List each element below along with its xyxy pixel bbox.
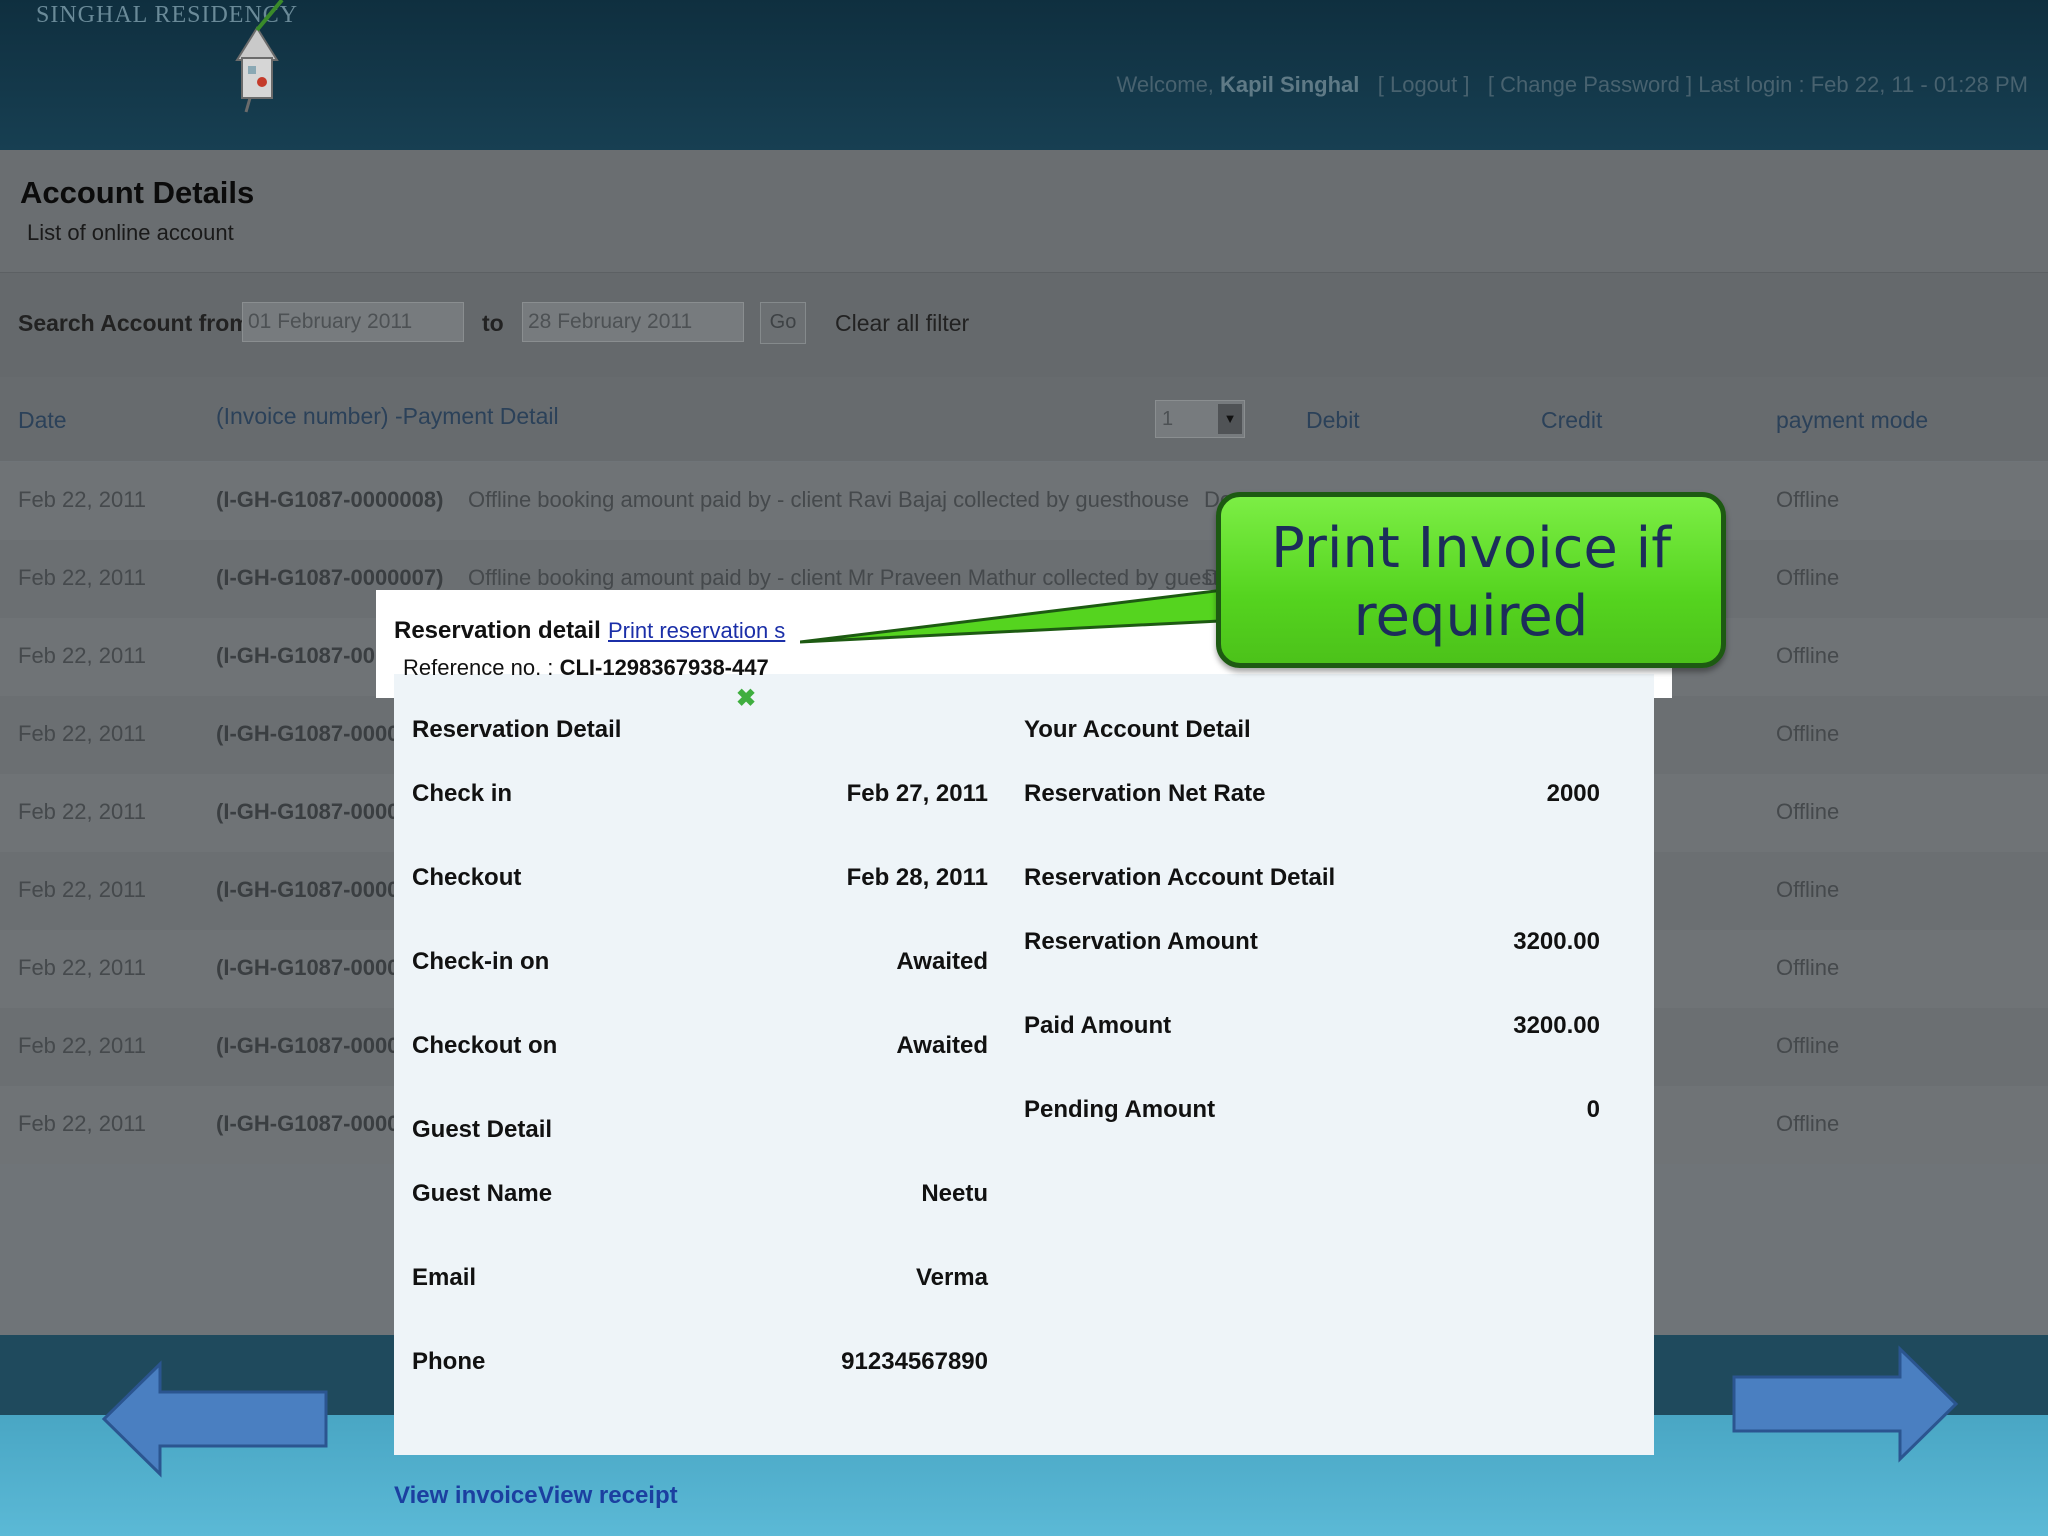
detail-label: Paid Amount	[1024, 1012, 1172, 1039]
detail-value: 3200.00	[1513, 928, 1600, 955]
row-payment-mode: Offline	[1776, 955, 1840, 980]
detail-value: Neetu	[921, 1180, 988, 1207]
callout-text: Print Invoice if required	[1216, 515, 1726, 651]
page-select[interactable]: 1 ▼	[1155, 400, 1245, 438]
date-to-input[interactable]: 28 February 2011	[522, 302, 744, 342]
go-button[interactable]: Go	[760, 302, 806, 344]
row-date: Feb 22, 2011	[18, 643, 147, 668]
row-payment-mode: Offline	[1776, 721, 1840, 746]
change-password-link[interactable]: [ Change Password ]	[1488, 72, 1692, 97]
table-row[interactable]: Feb 22, 2011 (I-GH-G1087-0000008) Offline …	[0, 462, 2048, 540]
detail-label: Checkout on	[412, 1032, 558, 1059]
row-date: Feb 22, 2011	[18, 1111, 147, 1136]
col-payment-detail: (Invoice number) -Payment Detail	[216, 403, 559, 429]
account-header	[0, 150, 2048, 272]
row-invoice: (I-GH-G1087-0000008)	[216, 487, 444, 512]
row-payment-mode: Offline	[1776, 799, 1840, 824]
row-date: Feb 22, 2011	[18, 1033, 147, 1058]
col-date: Date	[18, 407, 67, 433]
callout-pointer	[800, 586, 1240, 644]
previous-arrow-icon[interactable]	[100, 1360, 330, 1478]
chevron-down-icon[interactable]: ▼	[1218, 404, 1242, 434]
detail-value: Feb 27, 2011	[846, 780, 988, 807]
row-invoice: (I-GH-G1087-0000	[216, 955, 400, 980]
search-from-label: Search Account from	[18, 310, 250, 336]
clear-filter-link[interactable]: Clear all filter	[835, 310, 969, 337]
detail-value: Awaited	[896, 1032, 988, 1059]
callout-line-2: required	[1353, 584, 1589, 649]
close-icon[interactable]: ✖	[736, 684, 756, 713]
reservation-account-heading: Reservation Account Detail	[1024, 864, 1336, 891]
detail-value: 0	[1586, 1096, 1600, 1123]
detail-value: Verma	[915, 1264, 988, 1291]
page-select-value: 1	[1162, 408, 1174, 430]
page-subtitle: List of online account	[27, 220, 234, 245]
row-invoice: (I-GH-G1087-00	[216, 643, 375, 668]
row-payment-mode: Offline	[1776, 643, 1840, 668]
logout-link[interactable]: [ Logout ]	[1378, 72, 1470, 97]
house-logo-icon	[235, 0, 284, 113]
detail-label: Reservation Amount	[1024, 928, 1258, 955]
account-detail-heading: Your Account Detail	[1024, 716, 1251, 743]
detail-label: Guest Name	[412, 1180, 553, 1207]
col-debit: Debit	[1306, 407, 1360, 433]
detail-label: Checkout	[412, 864, 522, 891]
detail-label: Check-in on	[412, 948, 550, 975]
col-credit: Credit	[1541, 407, 1603, 433]
user-name: Kapil Singhal	[1220, 72, 1360, 97]
reference-value: CLI-1298367938-447	[559, 655, 769, 680]
row-date: Feb 22, 2011	[18, 955, 147, 980]
row-detail: Offline booking amount paid by - client …	[468, 487, 1190, 512]
reference-row: Reference no. : CLI-1298367938-447	[403, 655, 769, 681]
reference-label: Reference no. :	[403, 655, 554, 680]
row-payment-mode: Offline	[1776, 565, 1840, 590]
detail-value: Awaited	[896, 948, 988, 975]
detail-value: 91234567890	[841, 1348, 988, 1375]
reservation-detail-heading: Reservation Detail	[412, 716, 622, 743]
detail-value: Feb 28, 2011	[846, 864, 988, 891]
row-payment-mode: Offline	[1776, 1033, 1840, 1058]
row-payment-mode: Offline	[1776, 1111, 1840, 1136]
col-payment-mode: payment mode	[1776, 407, 1929, 433]
date-from-input[interactable]: 01 February 2011	[242, 302, 464, 342]
detail-label: Phone	[412, 1348, 486, 1375]
detail-value: 3200.00	[1513, 1012, 1600, 1039]
row-date: Feb 22, 2011	[18, 877, 147, 902]
detail-label: Email	[412, 1264, 477, 1291]
view-receipt-link[interactable]: View receipt	[538, 1482, 678, 1510]
row-payment-mode: Offline	[1776, 487, 1840, 512]
row-date: Feb 22, 2011	[18, 565, 147, 590]
row-invoice: (I-GH-G1087-0000	[216, 877, 400, 902]
row-date: Feb 22, 2011	[18, 487, 147, 512]
welcome-text: Welcome,	[1116, 72, 1214, 97]
print-reservation-link[interactable]: Print reservation s	[608, 618, 785, 644]
net-rate-value: 2000	[1546, 780, 1600, 807]
modal-title: Reservation detail	[394, 617, 601, 644]
row-invoice: (I-GH-G1087-0000	[216, 1111, 400, 1136]
search-to-label: to	[482, 310, 504, 336]
detail-label: Check in	[412, 780, 513, 807]
callout-line-1: Print Invoice if	[1271, 516, 1671, 581]
row-date: Feb 22, 2011	[18, 721, 147, 746]
row-invoice: (I-GH-G1087-0000	[216, 721, 400, 746]
row-invoice: (I-GH-G1087-0000	[216, 1033, 400, 1058]
view-invoice-link[interactable]: View invoice	[394, 1482, 538, 1510]
user-bar: Welcome, Kapil Singhal [ Logout ] [ Chan…	[1117, 72, 2028, 98]
detail-label: Pending Amount	[1024, 1096, 1216, 1123]
row-date: Feb 22, 2011	[18, 799, 147, 824]
row-invoice: (I-GH-G1087-0000	[216, 799, 400, 824]
net-rate-label: Reservation Net Rate	[1024, 780, 1266, 807]
row-payment-mode: Offline	[1776, 877, 1840, 902]
last-login: Last login : Feb 22, 11 - 01:28 PM	[1698, 72, 2028, 97]
row-invoice: (I-GH-G1087-0000007)	[216, 565, 444, 590]
page-title: Account Details	[20, 175, 255, 210]
guest-detail-heading: Guest Detail	[412, 1116, 553, 1143]
next-arrow-icon[interactable]	[1730, 1345, 1960, 1463]
